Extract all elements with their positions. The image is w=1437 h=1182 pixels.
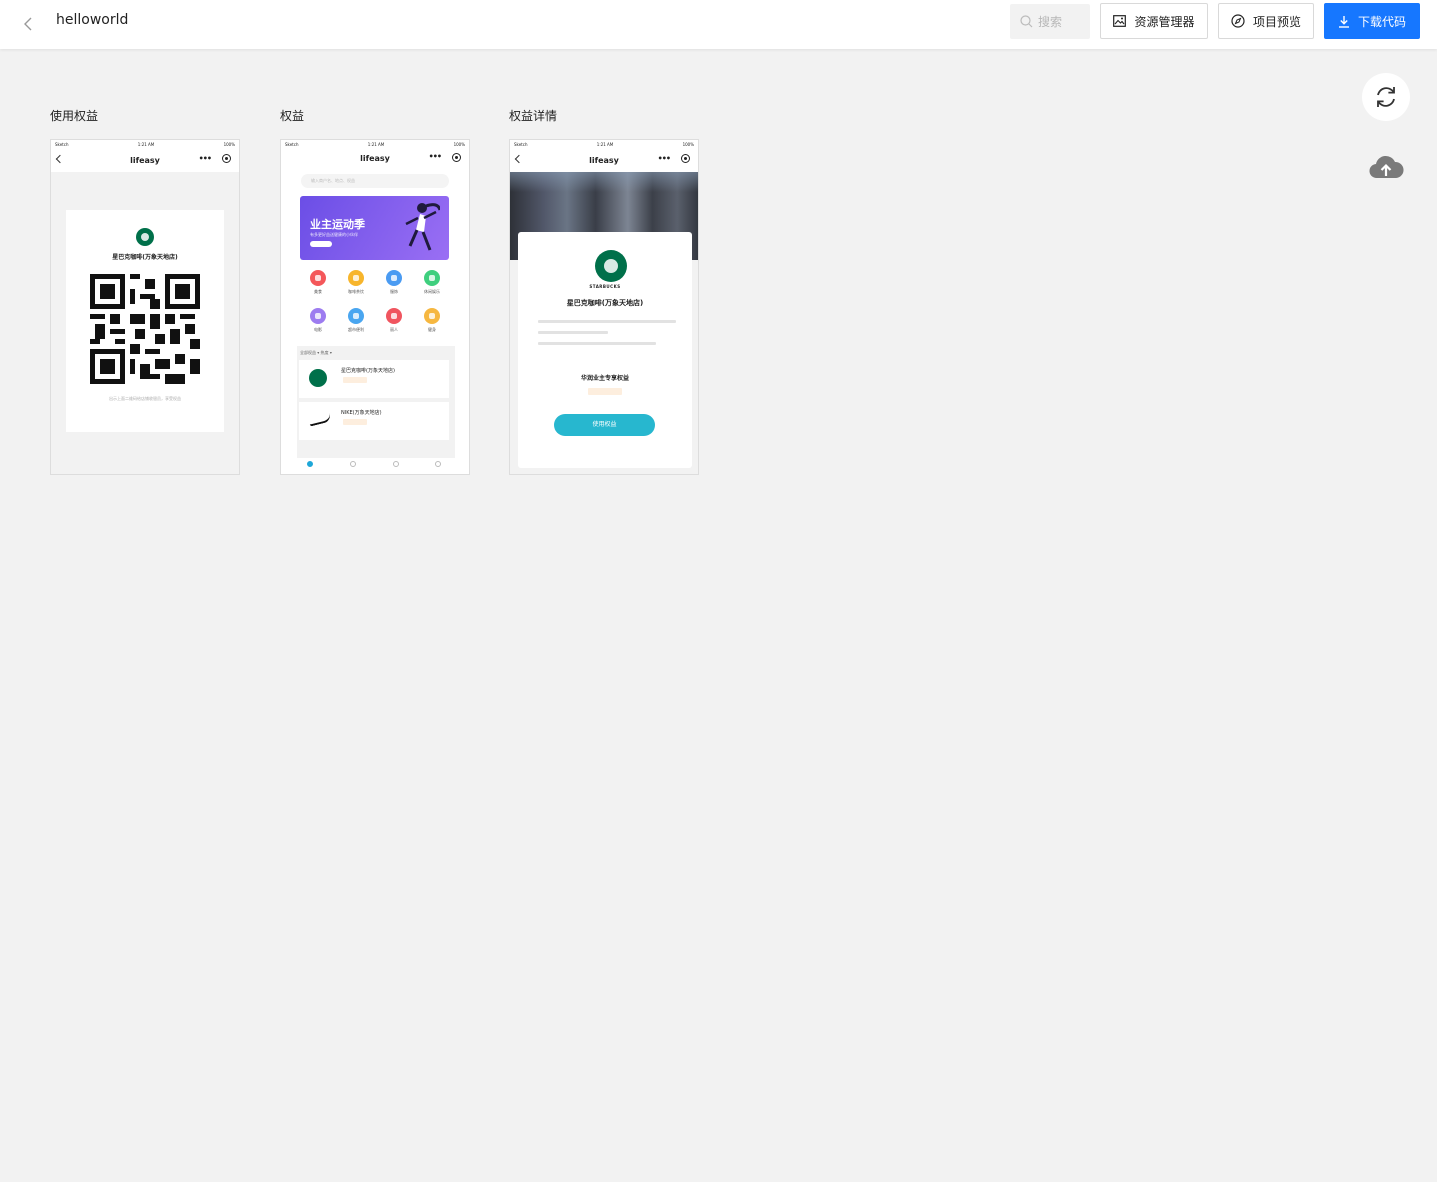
home-tab-icon [307, 461, 313, 467]
banner-title: 业主运动季 [310, 218, 365, 231]
benefit-tag [343, 419, 367, 425]
search-icon [1020, 15, 1033, 28]
starbucks-logo [595, 250, 627, 282]
banner-button [310, 241, 332, 247]
coupon-tab-icon [350, 461, 356, 467]
profile-tab-icon [435, 461, 441, 467]
more-icon: ••• [657, 154, 671, 163]
category-food: 美食 [299, 270, 337, 295]
category-market: 超市便利 [337, 308, 375, 333]
nike-logo [308, 413, 332, 427]
page-thumbnail[interactable]: Sketch 1:21 AM 100% lifeasy ••• STARBUCK… [509, 139, 699, 475]
qr-note: 出示上面二维码给店铺收银员，享受权益 [109, 396, 181, 401]
nav-title: lifeasy [589, 155, 619, 165]
chevron-left-icon [514, 154, 524, 164]
nav-bar: lifeasy ••• [510, 148, 698, 172]
qr-card: 星巴克咖啡(万象天地店) 出示上面二维码给店铺收银员，享受权益 [66, 210, 224, 432]
download-icon [1338, 15, 1349, 28]
store-name: NIKE(万象天地店) [341, 410, 382, 416]
store-name: 星巴克咖啡(万象天地店) [341, 368, 395, 374]
search-input[interactable] [1038, 14, 1088, 29]
brand-name: STARBUCKS [589, 284, 621, 289]
project-title: helloworld [56, 12, 129, 28]
compass-icon [1231, 14, 1245, 28]
project-preview-button[interactable]: 项目预览 [1218, 3, 1314, 39]
nav-bar: lifeasy ••• [281, 148, 469, 168]
list-filters: 全部权益 ▾ 热度 ▾ [300, 350, 332, 355]
more-icon: ••• [428, 152, 442, 161]
category-leisure: 休闲娱乐 [413, 270, 451, 295]
promo-banner: 业主运动季 有多更好益送健康的小伙伴 [300, 196, 449, 260]
page-card-benefit-detail: 权益详情 Sketch 1:21 AM 100% lifeasy ••• STA… [509, 106, 699, 475]
refresh-button[interactable] [1362, 73, 1410, 121]
category-fitness: 健身 [413, 308, 451, 333]
upload-button[interactable] [1362, 142, 1410, 190]
hours-line [538, 342, 656, 345]
search-box[interactable] [1010, 4, 1090, 39]
category-grid: 美食 咖啡茶饮 服饰 休闲娱乐 电影 超市便利 丽人 健身 [299, 270, 451, 342]
project-preview-label: 项目预览 [1252, 14, 1301, 29]
back-button[interactable] [14, 10, 42, 38]
top-bar: helloworld 资源管理器 项目预览 下载代码 [0, 0, 1437, 49]
store-name: 星巴克咖啡(万象天地店) [112, 254, 178, 261]
tab-bar [281, 458, 469, 474]
category-coffee: 咖啡茶饮 [337, 270, 375, 295]
target-icon [452, 153, 461, 162]
address-line [538, 320, 676, 323]
chevron-left-icon [24, 17, 32, 31]
list-item: 星巴克咖啡(万象天地店) [299, 360, 449, 398]
runner-illustration [405, 203, 440, 251]
starbucks-logo [309, 369, 327, 387]
target-icon [681, 154, 690, 163]
store-name: 星巴克咖啡(万象天地店) [566, 299, 644, 307]
category-beauty: 丽人 [375, 308, 413, 333]
nav-bar: lifeasy ••• [51, 148, 239, 172]
refresh-icon [1377, 87, 1395, 107]
qr-code [90, 274, 200, 384]
page-card-use-benefit: 使用权益 Sketch 1:21 AM 100% lifeasy ••• 星巴克… [50, 106, 240, 475]
status-bar: Sketch 1:21 AM 100% [510, 140, 698, 148]
status-bar: Sketch 1:21 AM 100% [281, 140, 469, 148]
category-movie: 电影 [299, 308, 337, 333]
more-icon: ••• [198, 154, 212, 163]
phone-line [538, 331, 608, 334]
page-title: 权益 [280, 109, 305, 123]
chevron-left-icon [55, 154, 65, 164]
detail-card: STARBUCKS 星巴克咖啡(万象天地店) 华润业主专享权益 使用权益 [518, 232, 692, 468]
search-bar: 输入商户名、地点、权益 [301, 174, 449, 188]
nav-title: lifeasy [360, 153, 390, 163]
use-benefit-button: 使用权益 [554, 414, 655, 436]
category-clothing: 服饰 [375, 270, 413, 295]
assets-manager-label: 资源管理器 [1134, 14, 1195, 29]
cloud-upload-icon [1369, 155, 1404, 179]
page-card-benefits: 权益 Sketch 1:21 AM 100% lifeasy ••• 输入商户名… [280, 106, 470, 475]
benefit-title: 华润业主专享权益 [580, 375, 629, 382]
download-code-button[interactable]: 下载代码 [1324, 3, 1420, 39]
banner-subtitle: 有多更好益送健康的小伙伴 [310, 232, 358, 237]
status-bar: Sketch 1:21 AM 100% [51, 140, 239, 148]
nav-title: lifeasy [130, 155, 160, 165]
assets-manager-button[interactable]: 资源管理器 [1100, 3, 1208, 39]
download-code-label: 下载代码 [1357, 14, 1406, 29]
benefit-tag [343, 377, 367, 383]
page-title: 权益详情 [509, 109, 558, 123]
benefit-tag [588, 388, 622, 395]
image-icon [1113, 15, 1127, 27]
discover-tab-icon [393, 461, 399, 467]
list-item: NIKE(万象天地店) [299, 402, 449, 440]
page-thumbnail[interactable]: Sketch 1:21 AM 100% lifeasy ••• 输入商户名、地点… [280, 139, 470, 475]
starbucks-logo [136, 228, 154, 246]
target-icon [222, 154, 231, 163]
store-list: 全部权益 ▾ 热度 ▾ 星巴克咖啡(万象天地店) NIKE(万象天地店) [297, 346, 455, 458]
page-title: 使用权益 [50, 109, 99, 123]
page-thumbnail[interactable]: Sketch 1:21 AM 100% lifeasy ••• 星巴克咖啡(万象… [50, 139, 240, 475]
